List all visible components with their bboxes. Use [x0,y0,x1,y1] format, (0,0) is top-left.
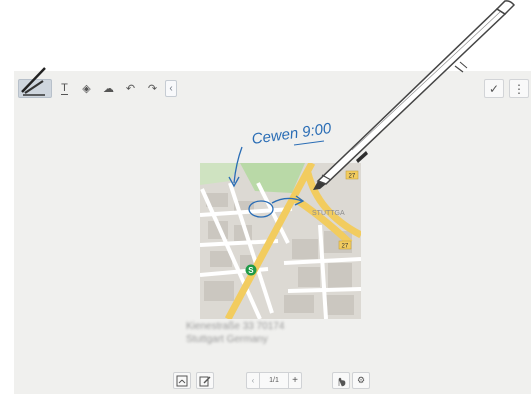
stylus-pen [21,0,516,190]
